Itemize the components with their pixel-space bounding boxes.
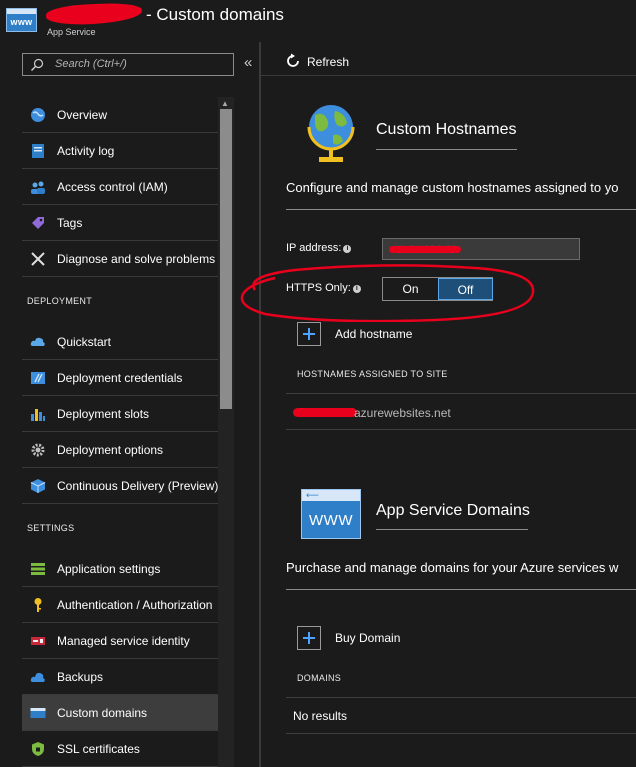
globe-icon: [307, 105, 355, 162]
info-icon[interactable]: i: [343, 245, 352, 253]
annotation-circle: [240, 264, 535, 322]
refresh-icon: [287, 53, 299, 67]
collapse-menu-button[interactable]: «: [244, 54, 252, 71]
custom-domains-blade: Refresh Custom Hostnames Configure and m…: [240, 42, 636, 767]
command-bar: Refresh: [261, 42, 636, 76]
shield-icon: [32, 742, 44, 756]
menu-item-ssl-certificates[interactable]: SSL certificates: [22, 731, 218, 767]
section-header-settings: SETTINGS: [27, 523, 75, 533]
credentials-icon: [31, 372, 45, 384]
table-divider: [286, 393, 636, 394]
redaction-mark: [389, 246, 461, 253]
menu-item-application-settings[interactable]: Application settings: [22, 551, 218, 587]
ip-address-field[interactable]: 40.84.232.30: [382, 238, 580, 260]
menu-item-custom-domains[interactable]: Custom domains: [22, 695, 218, 731]
key-icon: [34, 598, 42, 612]
identity-icon: [31, 637, 45, 645]
blade-header: www - Custom domains App Service: [0, 0, 636, 42]
app-service-domains-title: App Service Domains: [376, 502, 530, 519]
menu-list: Overview Activity log Access control (IA…: [22, 97, 218, 767]
backup-cloud-icon: [30, 672, 45, 682]
page-title: - Custom domains: [146, 5, 284, 24]
menu-scrollbar[interactable]: ▲: [218, 97, 234, 767]
app-service-domains-icon: ⟵ WWW: [301, 489, 361, 539]
menu-item-backups[interactable]: Backups: [22, 659, 218, 695]
menu-item-overview[interactable]: Overview: [22, 97, 218, 133]
search-icon: [31, 58, 44, 71]
table-divider: [286, 429, 636, 430]
wrench-icon: [31, 252, 45, 266]
app-service-domains-description: Purchase and manage domains for your Azu…: [286, 560, 619, 575]
tag-icon: [32, 217, 44, 229]
redaction-mark: [45, 2, 143, 26]
title-underline: [376, 529, 528, 530]
redaction-mark: [293, 408, 357, 417]
ip-address-label: IP address: i: [286, 242, 352, 254]
www-icon: [30, 708, 46, 718]
overview-globe-icon: [31, 108, 45, 122]
resource-menu: Search (Ctrl+/) « Overview Activity log …: [0, 42, 260, 767]
domains-column-header: DOMAINS: [297, 673, 342, 683]
section-rule: [286, 589, 636, 590]
menu-item-diagnose[interactable]: Diagnose and solve problems: [22, 241, 218, 277]
title-underline: [376, 149, 517, 150]
scroll-up-icon[interactable]: ▲: [221, 99, 229, 108]
app-service-icon: www: [6, 8, 37, 32]
no-results-text: No results: [293, 709, 348, 723]
gear-icon: [31, 443, 45, 457]
table-divider: [286, 733, 636, 734]
table-divider: [286, 697, 636, 698]
plus-icon: [297, 626, 321, 650]
scrollbar-thumb[interactable]: [220, 109, 232, 409]
menu-item-continuous-delivery[interactable]: Continuous Delivery (Preview): [22, 468, 218, 504]
section-rule: [286, 209, 636, 210]
slots-icon: [31, 409, 45, 421]
custom-hostnames-title: Custom Hostnames: [376, 121, 517, 138]
page-subtitle: App Service: [47, 27, 96, 37]
section-header-deployment: DEPLOYMENT: [27, 296, 93, 306]
plus-icon: [297, 322, 321, 346]
menu-item-access-control[interactable]: Access control (IAM): [22, 169, 218, 205]
search-placeholder: Search (Ctrl+/): [55, 58, 127, 70]
menu-item-deployment-slots[interactable]: Deployment slots: [22, 396, 218, 432]
hostnames-column-header: HOSTNAMES ASSIGNED TO SITE: [297, 369, 448, 379]
menu-item-deployment-credentials[interactable]: Deployment credentials: [22, 360, 218, 396]
menu-item-tags[interactable]: Tags: [22, 205, 218, 241]
cube-icon: [30, 479, 46, 493]
menu-item-quickstart[interactable]: Quickstart: [22, 324, 218, 360]
menu-item-deployment-options[interactable]: Deployment options: [22, 432, 218, 468]
menu-item-managed-identity[interactable]: Managed service identity: [22, 623, 218, 659]
cloud-icon: [30, 337, 45, 346]
users-icon: [31, 181, 45, 194]
search-input[interactable]: Search (Ctrl+/): [22, 53, 234, 76]
settings-list-icon: [31, 563, 45, 575]
menu-item-activity-log[interactable]: Activity log: [22, 133, 218, 169]
menu-item-authentication[interactable]: Authentication / Authorization: [22, 587, 218, 623]
custom-hostnames-description: Configure and manage custom hostnames as…: [286, 180, 619, 195]
activity-log-icon: [32, 144, 44, 158]
